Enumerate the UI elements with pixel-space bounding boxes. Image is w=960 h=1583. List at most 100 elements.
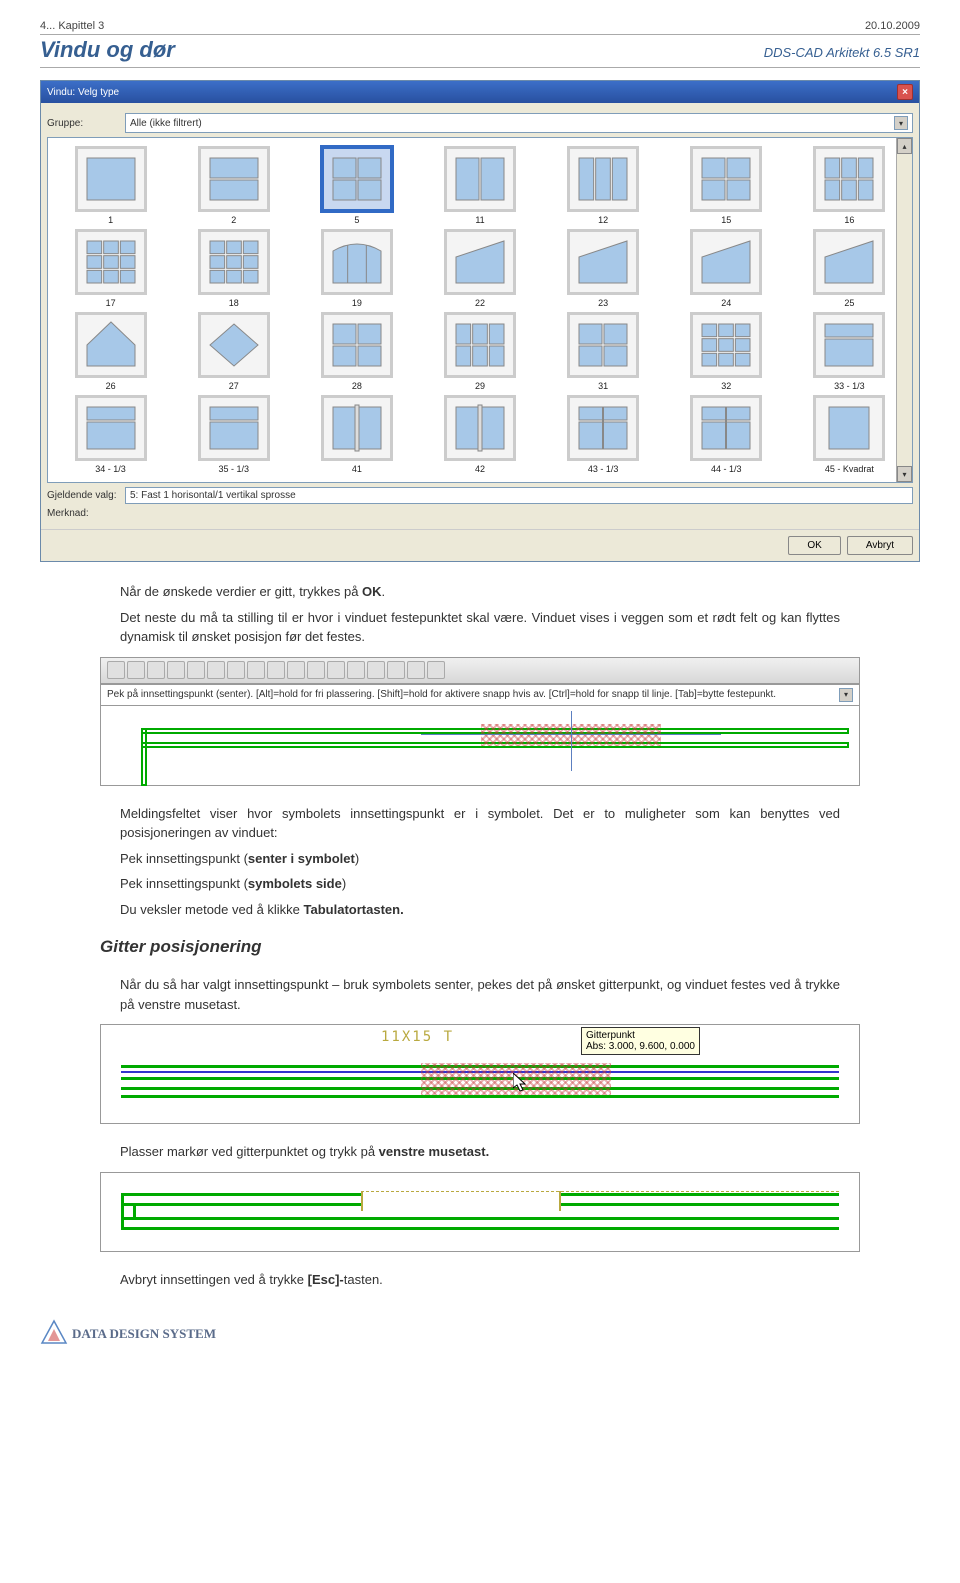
app-snippet-1: Pek på innsettingspunkt (senter). [Alt]=… [100,657,860,786]
window-type-label: 12 [598,215,608,225]
tool-icon[interactable] [427,661,445,679]
window-type-label: 17 [106,298,116,308]
doc-date: 20.10.2009 [865,20,920,32]
tool-icon[interactable] [227,661,245,679]
cancel-button[interactable]: Avbryt [847,536,913,555]
ok-button[interactable]: OK [788,536,840,555]
list-item-3: Du veksler metode ved å klikke Tabulator… [120,900,840,920]
window-icon [690,146,762,212]
tool-icon[interactable] [367,661,385,679]
window-type-item[interactable]: 24 [672,229,781,308]
window-icon [198,312,270,378]
tool-icon[interactable] [187,661,205,679]
tool-icon[interactable] [107,661,125,679]
window-type-label: 1 [108,215,113,225]
tool-icon[interactable] [247,661,265,679]
para-5: Plasser markør ved gitterpunktet og tryk… [120,1142,840,1162]
window-type-item[interactable]: 32 [672,312,781,391]
window-type-label: 44 - 1/3 [711,464,742,474]
window-type-item[interactable]: 31 [549,312,658,391]
window-type-item[interactable]: 19 [302,229,411,308]
window-type-item[interactable]: 12 [549,146,658,225]
list-item-2: Pek innsettingspunkt (symbolets side) [120,874,840,894]
dialog-titlebar: Vindu: Velg type × [41,81,919,103]
window-type-item[interactable]: 34 - 1/3 [56,395,165,474]
dim-label: 11X15 T [381,1029,454,1045]
window-type-item[interactable]: 42 [425,395,534,474]
window-type-item[interactable]: 44 - 1/3 [672,395,781,474]
window-type-label: 42 [475,464,485,474]
current-selection-field: 5: Fast 1 horisontal/1 vertikal sprosse [125,487,913,504]
window-icon [198,229,270,295]
window-type-item[interactable]: 43 - 1/3 [549,395,658,474]
window-icon [321,312,393,378]
window-type-item[interactable]: 23 [549,229,658,308]
window-icon [444,395,516,461]
tool-icon[interactable] [167,661,185,679]
window-type-item[interactable]: 22 [425,229,534,308]
chevron-down-icon: ▾ [894,116,908,130]
window-gallery: 125111215161718192223242526272829313233 … [47,137,913,483]
window-icon [75,312,147,378]
tool-icon[interactable] [347,661,365,679]
window-icon [321,146,393,212]
list-item-1: Pek innsettingspunkt (senter i symbolet) [120,849,840,869]
window-type-item[interactable]: 41 [302,395,411,474]
window-type-item[interactable]: 15 [672,146,781,225]
tool-icon[interactable] [207,661,225,679]
window-type-label: 11 [475,215,484,225]
window-type-item[interactable]: 5 [302,146,411,225]
window-icon [75,395,147,461]
window-type-label: 23 [598,298,608,308]
tool-icon[interactable] [287,661,305,679]
tool-icon[interactable] [267,661,285,679]
window-icon [198,395,270,461]
tool-icon[interactable] [327,661,345,679]
window-type-label: 32 [721,381,731,391]
window-type-item[interactable]: 2 [179,146,288,225]
window-type-item[interactable]: 16 [795,146,904,225]
window-type-item[interactable]: 26 [56,312,165,391]
brand-logo: DATA DESIGN SYSTEM [40,1319,920,1347]
scroll-up-icon[interactable]: ▴ [897,138,912,154]
window-type-item[interactable]: 17 [56,229,165,308]
group-combo[interactable]: Alle (ikke filtrert) ▾ [125,113,913,133]
window-icon [198,146,270,212]
note-label: Merknad: [47,508,117,519]
window-type-item[interactable]: 11 [425,146,534,225]
cursor-icon [513,1073,529,1093]
window-type-item[interactable]: 45 - Kvadrat [795,395,904,474]
window-type-item[interactable]: 35 - 1/3 [179,395,288,474]
tool-icon[interactable] [387,661,405,679]
figure-placed [100,1172,860,1252]
command-line[interactable]: Pek på innsettingspunkt (senter). [Alt]=… [101,684,859,705]
window-icon [690,229,762,295]
drawing-canvas-1 [101,705,859,785]
window-type-item[interactable]: 25 [795,229,904,308]
window-icon [444,146,516,212]
window-type-label: 18 [229,298,239,308]
group-label: Gruppe: [47,118,117,129]
tool-icon[interactable] [307,661,325,679]
para-6: Avbryt innsettingen ved å trykke [Esc]-t… [120,1270,840,1290]
window-type-item[interactable]: 18 [179,229,288,308]
tool-icon[interactable] [127,661,145,679]
window-type-item[interactable]: 33 - 1/3 [795,312,904,391]
window-icon [75,229,147,295]
tool-icon[interactable] [147,661,165,679]
window-type-item[interactable]: 29 [425,312,534,391]
window-icon [567,229,639,295]
scrollbar[interactable]: ▴ ▾ [896,138,912,482]
window-icon [567,312,639,378]
tool-icon[interactable] [407,661,425,679]
window-icon [813,395,885,461]
window-type-item[interactable]: 28 [302,312,411,391]
scroll-down-icon[interactable]: ▾ [897,466,912,482]
window-type-item[interactable]: 27 [179,312,288,391]
window-type-label: 26 [106,381,116,391]
window-type-label: 16 [844,215,854,225]
window-type-item[interactable]: 1 [56,146,165,225]
window-icon [813,146,885,212]
close-icon[interactable]: × [897,84,913,100]
window-type-label: 22 [475,298,485,308]
